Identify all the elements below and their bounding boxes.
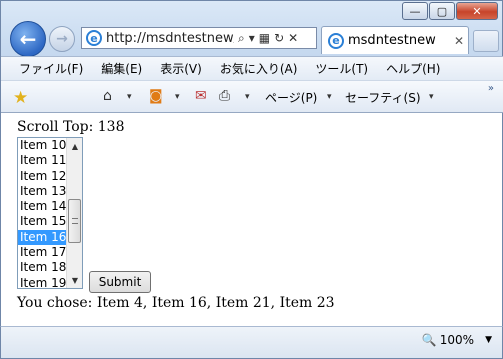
command-bar: ★ ⌂ ▾ ◙ ▾ ✉ ⎙ ▾ ページ(P) ▾ セーフティ(S) ▾ » <box>1 80 503 113</box>
browser-chrome: — ▢ ✕ ← → e http://msdntestnew/ ⌕ ▾ ▦ ↻ … <box>0 0 503 113</box>
list-item[interactable]: Item 17 <box>18 245 68 260</box>
list-item[interactable]: Item 16 <box>18 229 68 246</box>
maximize-button[interactable]: ▢ <box>429 2 455 20</box>
home-icon[interactable]: ⌂ <box>103 88 112 104</box>
favorites-star-icon[interactable]: ★ <box>13 88 28 108</box>
listbox-scrollbar[interactable]: ▲ ▼ <box>66 138 82 288</box>
list-item[interactable]: Item 12 <box>18 169 68 184</box>
refresh-icon[interactable]: ↻ <box>274 31 284 45</box>
feeds-icon[interactable]: ◙ <box>149 88 163 104</box>
tab-close-icon[interactable]: ✕ <box>454 34 464 48</box>
minimize-button[interactable]: — <box>402 2 428 20</box>
menu-favorites[interactable]: お気に入り(A) <box>220 60 298 77</box>
zoom-control[interactable]: 🔍 100% <box>422 333 474 347</box>
tab-title: msdntestnew <box>348 33 436 48</box>
scroll-top-label: Scroll Top: 138 <box>17 119 125 135</box>
window-caption-buttons: — ▢ ✕ <box>401 2 498 20</box>
list-item[interactable]: Item 19 <box>18 276 68 288</box>
zoom-icon: 🔍 <box>421 333 437 347</box>
zoom-level: 100% <box>439 333 474 347</box>
tab-ie-icon: e <box>328 32 344 49</box>
home-dropdown-icon[interactable]: ▾ <box>127 92 132 102</box>
feeds-dropdown-icon[interactable]: ▾ <box>175 92 180 102</box>
overflow-chevron-icon[interactable]: » <box>488 83 494 94</box>
list-item[interactable]: Item 13 <box>18 184 68 199</box>
safety-menu[interactable]: セーフティ(S) <box>345 89 421 106</box>
page-content: Scroll Top: 138 Item 10 Item 11 Item 12 … <box>0 113 503 326</box>
listbox-items: Item 10 Item 11 Item 12 Item 13 Item 14 … <box>18 138 68 288</box>
scroll-up-arrow-icon[interactable]: ▲ <box>67 138 82 154</box>
menu-help[interactable]: ヘルプ(H) <box>386 60 440 77</box>
selection-result: You chose: Item 4, Item 16, Item 21, Ite… <box>17 295 335 311</box>
list-item[interactable]: Item 18 <box>18 260 68 275</box>
forward-arrow-icon: → <box>56 31 68 47</box>
safety-dropdown-icon[interactable]: ▾ <box>429 92 434 102</box>
status-bar: 🔍 100% ▼ <box>0 326 503 359</box>
list-item[interactable]: Item 15 <box>18 214 68 229</box>
print-icon[interactable]: ⎙ <box>219 88 230 104</box>
close-button[interactable]: ✕ <box>456 2 498 20</box>
item-listbox[interactable]: Item 10 Item 11 Item 12 Item 13 Item 14 … <box>17 137 83 289</box>
menu-view[interactable]: 表示(V) <box>160 60 202 77</box>
back-button[interactable]: ← <box>10 21 46 57</box>
menu-tools[interactable]: ツール(T) <box>315 60 368 77</box>
compat-view-icon[interactable]: ▦ <box>259 31 270 45</box>
tab-msdntestnew[interactable]: e msdntestnew ✕ <box>321 26 469 54</box>
scrollbar-grip-icon <box>72 218 78 224</box>
address-tools: ⌕ ▾ ▦ ↻ ✕ <box>238 31 298 46</box>
dropdown-arrow-icon[interactable]: ▾ <box>249 31 255 45</box>
menu-file[interactable]: ファイル(F) <box>19 60 83 77</box>
back-arrow-icon: ← <box>19 27 37 51</box>
zoom-dropdown-icon[interactable]: ▼ <box>485 335 492 345</box>
list-item[interactable]: Item 14 <box>18 199 68 214</box>
forward-button[interactable]: → <box>49 26 75 52</box>
list-item[interactable]: Item 10 <box>18 138 68 153</box>
page-dropdown-icon[interactable]: ▾ <box>327 92 332 102</box>
menu-bar: ファイル(F) 編集(E) 表示(V) お気に入り(A) ツール(T) ヘルプ(… <box>1 56 503 80</box>
scroll-down-arrow-icon[interactable]: ▼ <box>67 272 82 288</box>
print-dropdown-icon[interactable]: ▾ <box>245 92 250 102</box>
scrollbar-thumb[interactable] <box>68 199 81 243</box>
ie-page-icon: e <box>86 30 102 46</box>
address-bar[interactable]: e http://msdntestnew/ ⌕ ▾ ▦ ↻ ✕ <box>81 27 317 49</box>
menu-edit[interactable]: 編集(E) <box>101 60 142 77</box>
address-url[interactable]: http://msdntestnew/ <box>106 31 234 46</box>
stop-icon[interactable]: ✕ <box>288 31 298 45</box>
page-menu[interactable]: ページ(P) <box>265 89 317 106</box>
list-item[interactable]: Item 11 <box>18 153 68 168</box>
search-icon[interactable]: ⌕ <box>238 31 245 46</box>
mail-icon[interactable]: ✉ <box>195 88 207 104</box>
submit-button[interactable]: Submit <box>89 271 151 293</box>
new-tab-button[interactable] <box>473 30 499 52</box>
